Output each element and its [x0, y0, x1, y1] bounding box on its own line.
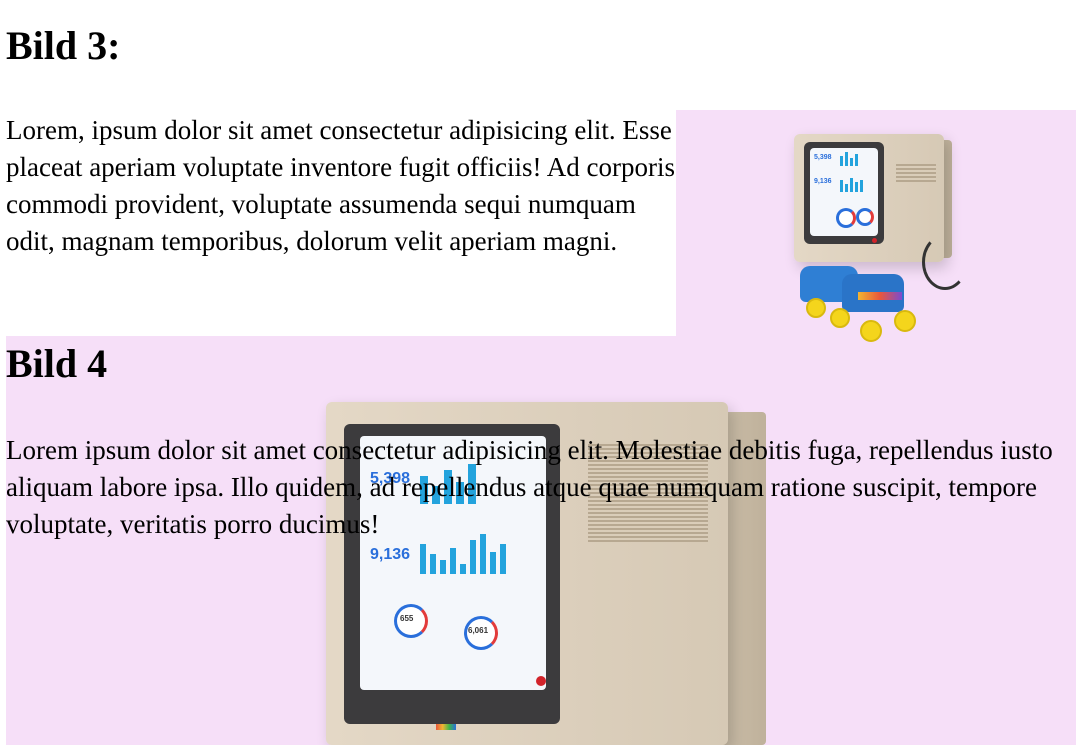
section-4-heading: Bild 4 — [6, 341, 108, 386]
screen-stat: 9,136 — [814, 178, 832, 185]
section-4-paragraph: Lorem ipsum dolor sit amet consectetur a… — [6, 435, 1053, 539]
screen-stat: 9,136 — [370, 546, 411, 563]
section-3-paragraph: Lorem, ipsum dolor sit amet consectetur … — [6, 112, 676, 260]
screen-stat: 6,061 — [468, 626, 489, 635]
section-3-heading: Bild 3: — [6, 23, 121, 68]
screen-stat: 5,398 — [814, 154, 832, 161]
screen-stat: 655 — [400, 614, 414, 623]
retro-computer-skates-image: 5,398 9,136 — [676, 110, 1076, 378]
